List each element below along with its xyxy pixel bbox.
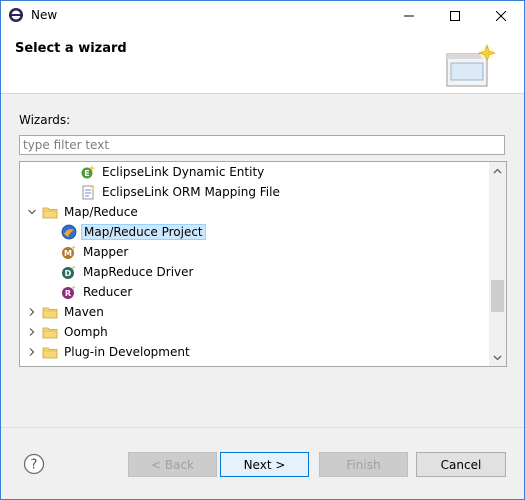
- svg-text:?: ?: [31, 458, 38, 473]
- tree-item[interactable]: Map/Reduce Project: [20, 222, 506, 242]
- tree-item[interactable]: R Reducer: [20, 282, 506, 302]
- folder-icon: [42, 304, 58, 320]
- button-bar-separator: [1, 427, 524, 428]
- tree-item[interactable]: E EclipseLink Dynamic Entity: [20, 162, 506, 182]
- tree-item-label: Maven: [64, 305, 104, 319]
- chevron-down-icon: [493, 355, 502, 360]
- new-wizard-dialog: New Select a wizard Wizards: E EclipseLin…: [0, 0, 525, 500]
- tree-category[interactable]: Map/Reduce: [20, 202, 494, 222]
- eclipselink-entity-icon: E: [80, 164, 96, 180]
- svg-text:E: E: [84, 169, 89, 178]
- minimize-button[interactable]: [386, 1, 432, 31]
- tree-item-label: Reducer: [83, 285, 133, 299]
- mapreduce-project-icon: [61, 224, 77, 240]
- svg-text:M: M: [64, 249, 72, 258]
- help-button[interactable]: ?: [23, 453, 45, 475]
- tree-category[interactable]: Oomph: [20, 322, 494, 342]
- folder-icon: [42, 204, 58, 220]
- next-button[interactable]: Next >: [220, 452, 309, 477]
- chevron-down-icon[interactable]: [25, 205, 39, 219]
- svg-text:D: D: [65, 269, 72, 278]
- tree-item-label: Plug-in Development: [64, 345, 190, 359]
- window-title: New: [31, 8, 58, 22]
- tree-item[interactable]: D MapReduce Driver: [20, 262, 506, 282]
- tree-item-label: MapReduce Driver: [83, 265, 194, 279]
- back-button[interactable]: < Back: [128, 452, 217, 477]
- new-wizard-banner-icon: [446, 44, 496, 87]
- finish-button[interactable]: Finish: [319, 452, 408, 477]
- chevron-right-icon[interactable]: [25, 305, 39, 319]
- wizards-label: Wizards:: [19, 113, 71, 127]
- mapper-icon: M: [61, 244, 77, 260]
- title-bar[interactable]: New: [1, 1, 524, 31]
- wizard-tree[interactable]: E EclipseLink Dynamic Entity EclipseLink O…: [19, 161, 507, 367]
- filter-input[interactable]: [19, 135, 505, 155]
- chevron-right-icon[interactable]: [25, 325, 39, 339]
- tree-item-label: EclipseLink Dynamic Entity: [102, 165, 265, 179]
- page-title: Select a wizard: [15, 41, 127, 56]
- tree-item-label: Map/Reduce Project: [81, 224, 206, 240]
- tree-category[interactable]: Plug-in Development: [20, 342, 494, 362]
- tree-item[interactable]: EclipseLink ORM Mapping File: [20, 182, 506, 202]
- tree-category[interactable]: Maven: [20, 302, 494, 322]
- tree-item-label: Mapper: [83, 245, 129, 259]
- chevron-right-icon[interactable]: [25, 345, 39, 359]
- scroll-up-button[interactable]: [489, 162, 506, 179]
- tree-vertical-scrollbar[interactable]: [488, 162, 506, 366]
- cancel-button[interactable]: Cancel: [416, 452, 506, 477]
- reducer-icon: R: [61, 284, 77, 300]
- mapreduce-driver-icon: D: [61, 264, 77, 280]
- chevron-up-icon: [493, 168, 502, 173]
- close-button[interactable]: [478, 1, 524, 31]
- tree-item-label: EclipseLink ORM Mapping File: [102, 185, 280, 199]
- close-icon: [496, 11, 506, 21]
- scroll-thumb[interactable]: [491, 280, 504, 312]
- tree-item-label: Oomph: [64, 325, 108, 339]
- maximize-button[interactable]: [432, 1, 478, 31]
- scroll-down-button[interactable]: [489, 349, 506, 366]
- folder-icon: [42, 324, 58, 340]
- folder-icon: [42, 344, 58, 360]
- wizard-header: Select a wizard: [1, 31, 524, 94]
- eclipse-app-icon: [9, 8, 23, 22]
- svg-text:R: R: [65, 289, 71, 298]
- eclipselink-orm-file-icon: [80, 184, 96, 200]
- minimize-icon: [404, 15, 414, 17]
- tree-item[interactable]: M Mapper: [20, 242, 506, 262]
- maximize-icon: [450, 11, 460, 21]
- tree-item-label: Map/Reduce: [64, 205, 138, 219]
